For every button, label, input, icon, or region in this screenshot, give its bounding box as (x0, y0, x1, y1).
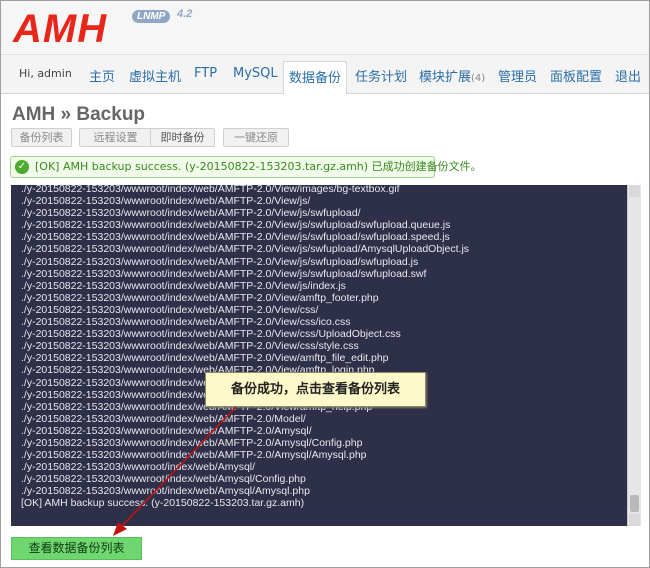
log-line: ./y-20150822-153203/wwwroot/index/web/AM… (21, 255, 419, 268)
log-line: ./y-20150822-153203/wwwroot/index/web/AM… (21, 207, 361, 220)
check-icon: ✓ (15, 160, 29, 174)
notice-text: [OK] AMH backup success. (y-20150822-153… (35, 160, 482, 173)
log-line: ./y-20150822-153203/wwwroot/index/web/AM… (21, 185, 400, 195)
log-line: ./y-20150822-153203/wwwroot/index/web/AM… (21, 267, 427, 280)
log-line: ./y-20150822-153203/wwwroot/index/web/AM… (21, 291, 379, 304)
nav-data-backup[interactable]: 数据备份 (283, 61, 348, 94)
log-line: ./y-20150822-153203/wwwroot/index/web/AM… (21, 243, 470, 256)
nav-ftp[interactable]: FTP (194, 66, 217, 81)
lnmp-badge: LNMP (132, 10, 171, 23)
nav-task-schedule[interactable]: 任务计划 (355, 66, 407, 85)
log-line: ./y-20150822-153203/wwwroot/index/web/AM… (21, 328, 401, 341)
nav-virtual-host[interactable]: 虚拟主机 (129, 66, 181, 85)
log-line: ./y-20150822-153203/wwwroot/index/web/AM… (21, 279, 346, 292)
log-line: ./y-20150822-153203/wwwroot/index/web/Am… (21, 461, 256, 474)
log-line: ./y-20150822-153203/wwwroot/index/web/AM… (21, 316, 351, 329)
log-line: ./y-20150822-153203/wwwroot/index/web/AM… (21, 352, 389, 365)
log-line: ./y-20150822-153203/wwwroot/index/web/AM… (21, 424, 312, 437)
log-line: ./y-20150822-153203/wwwroot/index/web/AM… (21, 195, 311, 208)
backup-log-panel[interactable]: ./y-20150822-153203/wwwroot/index/web/AM… (11, 185, 641, 526)
log-line: ./y-20150822-153203/wwwroot/index/web/AM… (21, 412, 306, 425)
log-line: ./y-20150822-153203/wwwroot/index/web/AM… (21, 449, 367, 462)
scroll-thumb[interactable] (630, 495, 639, 512)
log-line: ./y-20150822-153203/wwwroot/index/web/AM… (21, 303, 319, 316)
nav-mysql[interactable]: MySQL (233, 66, 278, 81)
view-backup-list-button[interactable]: 查看数据备份列表 (11, 537, 142, 560)
tab-one-click-restore[interactable]: 一键还原 (223, 128, 289, 147)
success-callout: 备份成功，点击查看备份列表 (205, 372, 426, 407)
log-line: ./y-20150822-153203/wwwroot/index/web/AM… (21, 231, 450, 244)
nav-modules-label: 模块扩展 (419, 70, 472, 85)
success-notice: ✓ [OK] AMH backup success. (y-20150822-1… (10, 156, 482, 178)
log-line: ./y-20150822-153203/wwwroot/index/web/Am… (21, 485, 310, 498)
tab-remote-settings[interactable]: 远程设置 (79, 128, 152, 147)
tab-instant-backup[interactable]: 即时备份 (150, 128, 215, 147)
log-lines: ./y-20150822-153203/wwwroot/index/web/AM… (21, 185, 621, 510)
amh-logo[interactable]: AMH (13, 7, 107, 51)
header: AMH LNMP 4.2 (1, 1, 649, 54)
nav-panel-config[interactable]: 面板配置 (550, 66, 602, 85)
user-greeting: Hi, admin (19, 67, 72, 80)
nav-modules[interactable]: 模块扩展(4) (419, 66, 485, 85)
nav-home[interactable]: 主页 (89, 66, 115, 85)
log-scrollbar[interactable] (627, 185, 641, 526)
log-line: ./y-20150822-153203/wwwroot/index/web/AM… (21, 340, 359, 353)
tab-backup-list[interactable]: 备份列表 (11, 128, 72, 147)
nav-modules-count: (4) (471, 73, 486, 84)
log-line: ./y-20150822-153203/wwwroot/index/web/Am… (21, 473, 306, 486)
log-line: [OK] AMH backup success. (y-20150822-153… (21, 497, 305, 510)
log-line: ./y-20150822-153203/wwwroot/index/web/AM… (21, 436, 363, 449)
scroll-up-icon[interactable] (629, 185, 640, 197)
version-label: 4.2 (177, 8, 193, 20)
nav-admin[interactable]: 管理员 (498, 66, 537, 85)
nav-logout[interactable]: 退出 (615, 66, 641, 85)
log-line: ./y-20150822-153203/wwwroot/index/web/AM… (21, 219, 451, 232)
main-nav: Hi, admin 主页 虚拟主机 FTP MySQL 数据备份 任务计划 模块… (1, 54, 649, 94)
scroll-down-icon[interactable] (629, 514, 640, 526)
page-title: AMH » Backup (12, 104, 146, 125)
